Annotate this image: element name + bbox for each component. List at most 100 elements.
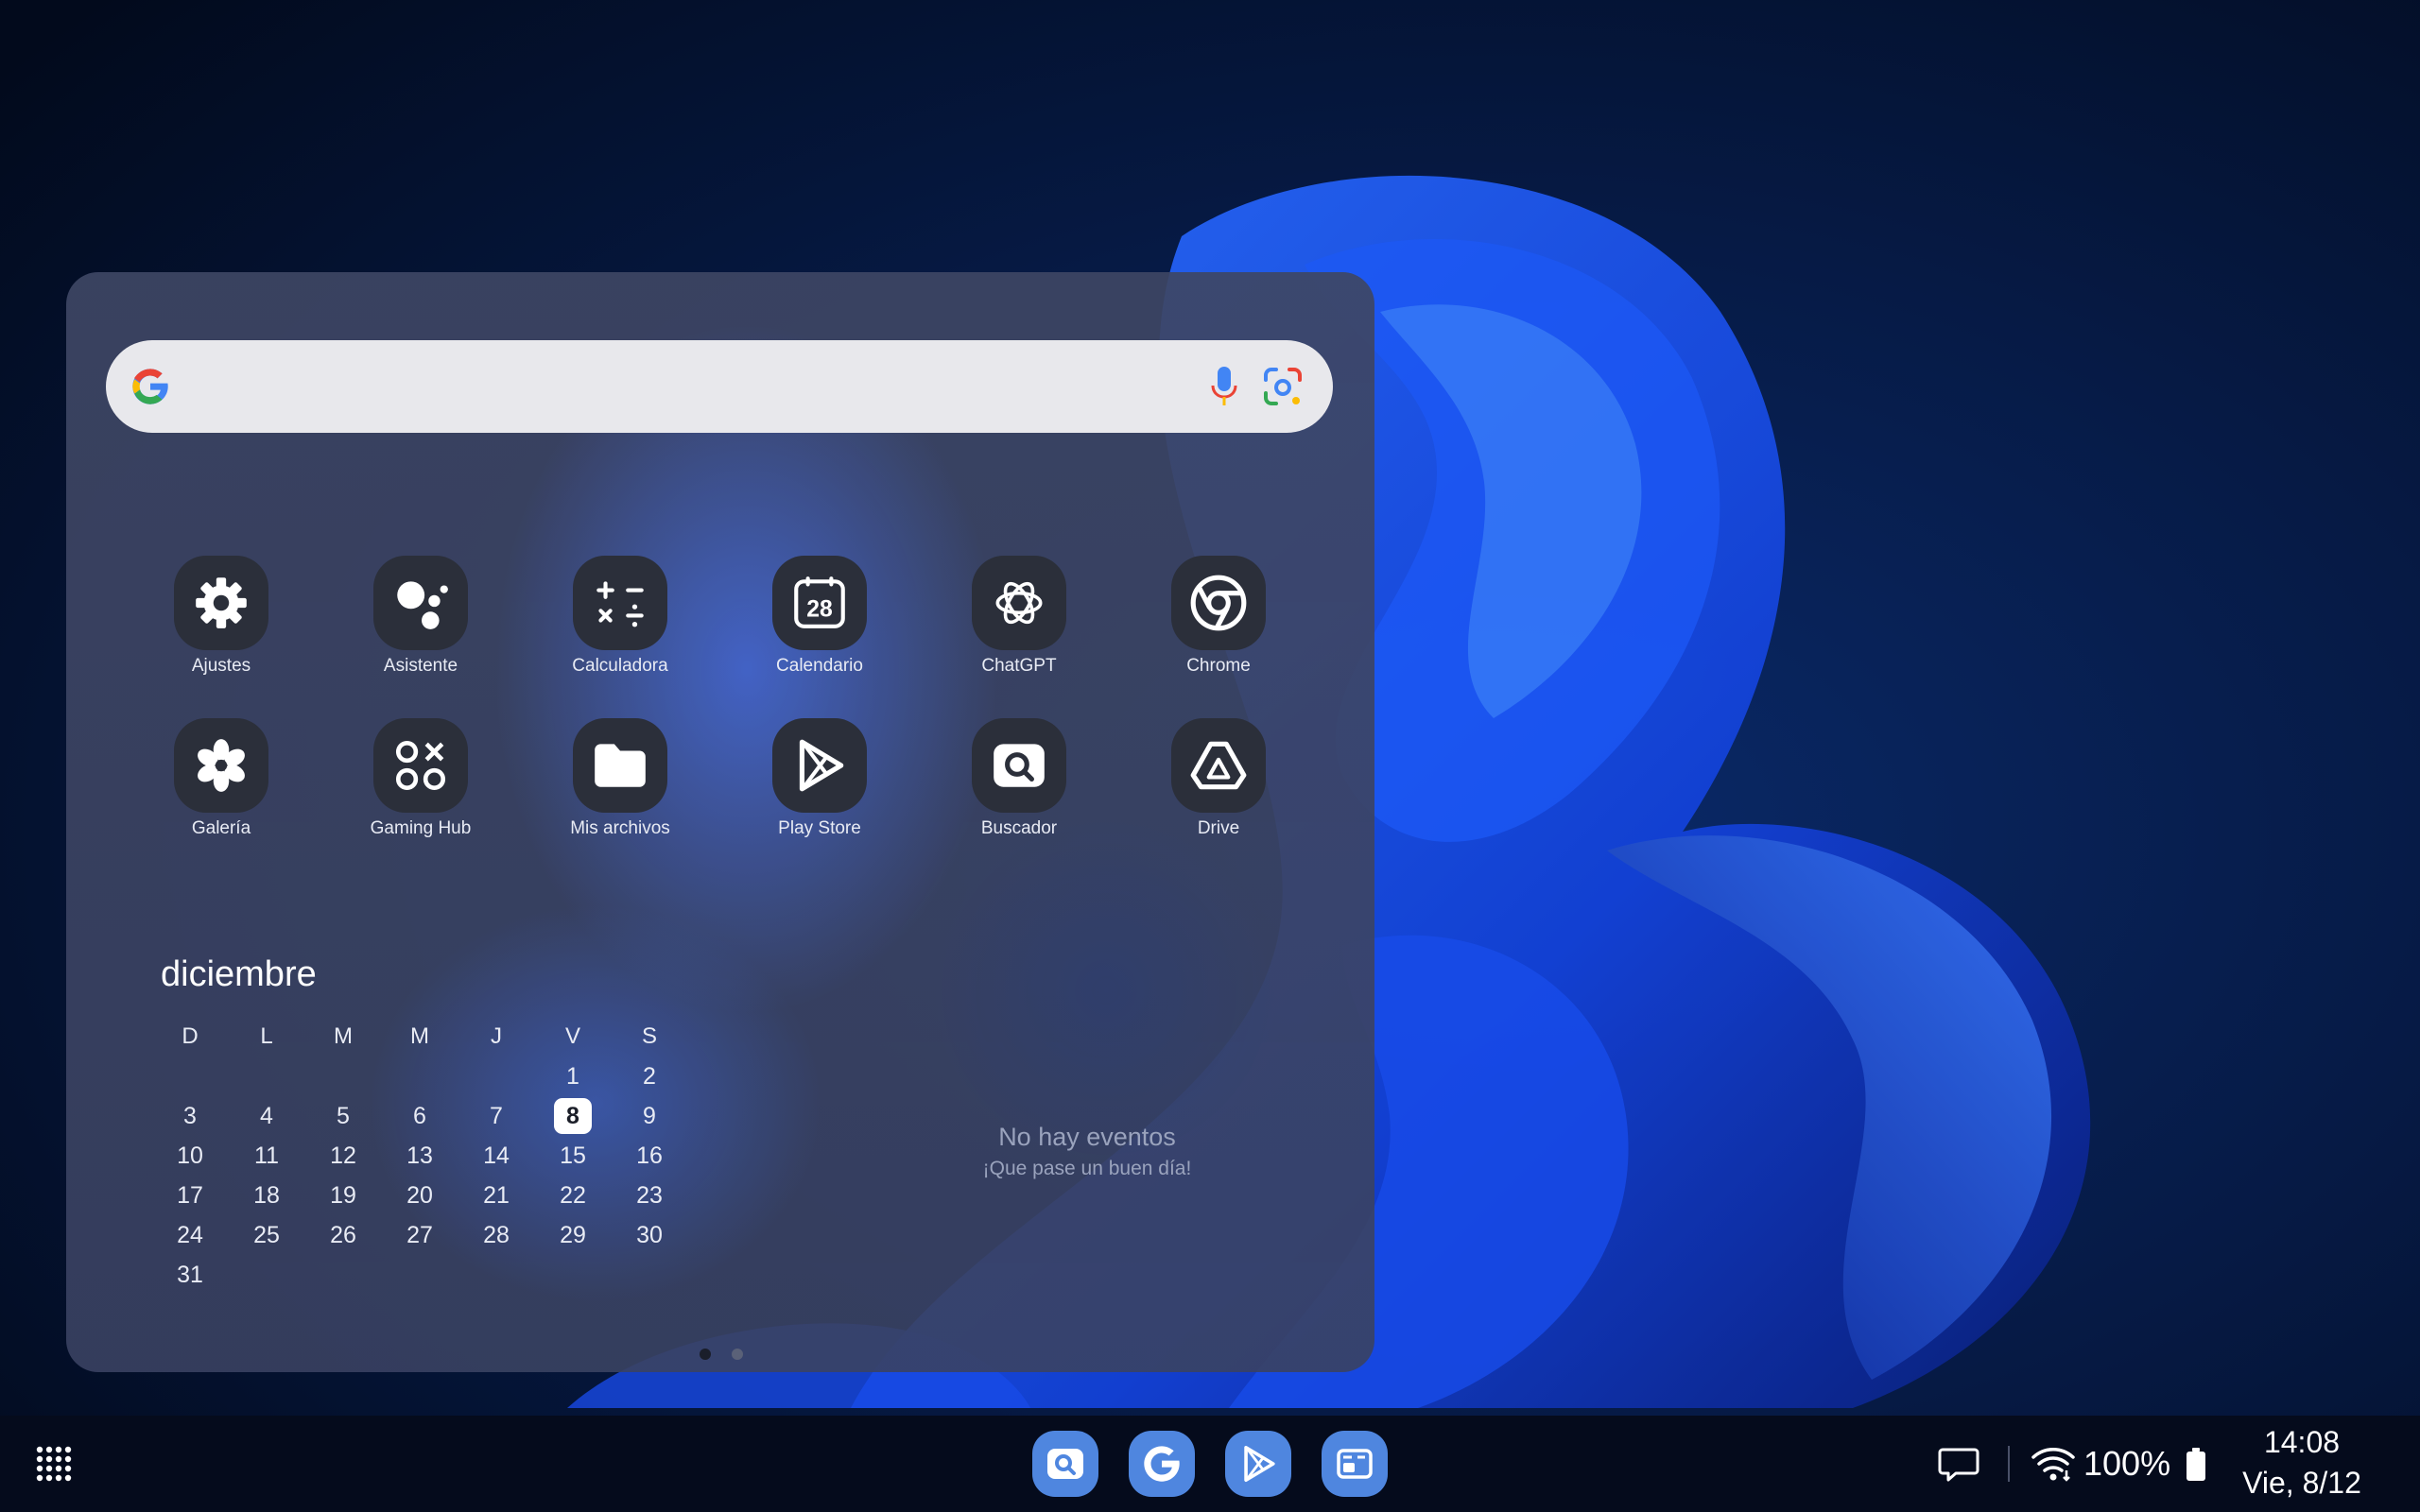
microphone-icon[interactable]	[1210, 365, 1238, 408]
calendar-day[interactable]: 20	[390, 1177, 449, 1213]
calendar-day[interactable]: 28	[467, 1217, 526, 1253]
svg-text:28: 28	[806, 596, 833, 622]
calendar-day[interactable]: 6	[390, 1098, 449, 1134]
app-calendario[interactable]: 28 Calendario	[730, 556, 909, 716]
app-asistente[interactable]: Asistente	[331, 556, 510, 716]
chatgpt-icon	[972, 556, 1066, 650]
wifi-icon[interactable]	[2031, 1442, 2076, 1484]
drive-icon	[1171, 718, 1266, 813]
weekday-header: S	[641, 1023, 657, 1049]
weekday-header: M	[334, 1023, 353, 1049]
app-label: Calendario	[776, 656, 863, 676]
calendar-month-title: diciembre	[161, 954, 317, 994]
tray-divider	[2008, 1446, 2010, 1482]
calendar-day[interactable]: 12	[314, 1138, 372, 1174]
google-search-bar[interactable]	[106, 340, 1333, 433]
calendar-day[interactable]: 22	[544, 1177, 602, 1213]
app-label: Ajustes	[191, 656, 251, 676]
app-label: Chrome	[1186, 656, 1251, 676]
page-dot[interactable]	[700, 1349, 711, 1360]
weekday-header: V	[564, 1023, 580, 1049]
calendar-day[interactable]: 17	[161, 1177, 219, 1213]
no-events-message: No hay eventos ¡Que pase un buen día!	[889, 1123, 1286, 1180]
clock-time: 14:08	[2263, 1425, 2341, 1459]
chat-bubble-icon[interactable]	[1938, 1444, 1979, 1484]
calendar-day[interactable]: 31	[161, 1257, 219, 1293]
app-mis-archivos[interactable]: Mis archivos	[530, 718, 710, 879]
dock-play-store[interactable]	[1225, 1431, 1291, 1497]
calendar-day[interactable]: 21	[467, 1177, 526, 1213]
dock-search-app[interactable]	[1032, 1431, 1098, 1497]
calendar-day[interactable]: 14	[467, 1138, 526, 1174]
multi-window-icon	[1337, 1449, 1373, 1479]
calendar-day[interactable]: 15	[544, 1138, 602, 1174]
app-galeria[interactable]: Galería	[131, 718, 311, 879]
calendar-day[interactable]: 3	[161, 1098, 219, 1134]
calendar-day[interactable]: 16	[620, 1138, 679, 1174]
calendar-day-today[interactable]: 8	[554, 1098, 592, 1134]
dock-google[interactable]	[1129, 1431, 1195, 1497]
calendar-day[interactable]: 30	[620, 1217, 679, 1253]
gaming-hub-icon	[373, 718, 468, 813]
app-drive[interactable]: Drive	[1129, 718, 1308, 879]
gear-icon	[174, 556, 268, 650]
app-play-store[interactable]: Play Store	[730, 718, 909, 879]
weekday-header: L	[260, 1023, 273, 1049]
calendar-day[interactable]: 10	[161, 1138, 219, 1174]
calendar-day[interactable]: 11	[237, 1138, 296, 1174]
google-g-icon	[132, 369, 168, 404]
app-chatgpt[interactable]: ChatGPT	[929, 556, 1109, 716]
calendar-icon: 28	[772, 556, 867, 650]
battery-icon	[2187, 1448, 2205, 1481]
calendar-day[interactable]: 7	[467, 1098, 526, 1134]
app-label: Calculadora	[572, 656, 668, 676]
launcher-panel: Ajustes Asistente Calculadora 28 Calenda…	[66, 272, 1374, 1372]
calendar-day[interactable]: 27	[390, 1217, 449, 1253]
folder-icon	[573, 718, 667, 813]
play-store-icon	[1244, 1445, 1275, 1483]
calendar-day[interactable]: 9	[620, 1098, 679, 1134]
no-events-subtitle: ¡Que pase un buen día!	[982, 1158, 1192, 1179]
app-grid-icon[interactable]	[34, 1444, 76, 1486]
weekday-header: D	[182, 1023, 199, 1049]
google-g-icon	[1144, 1446, 1180, 1482]
assistant-icon	[373, 556, 468, 650]
flower-icon	[174, 718, 268, 813]
app-label: Galería	[191, 818, 251, 838]
app-calculadora[interactable]: Calculadora	[530, 556, 710, 716]
calculator-icon	[573, 556, 667, 650]
calendar-day[interactable]: 5	[314, 1098, 372, 1134]
calendar-day[interactable]: 23	[620, 1177, 679, 1213]
app-label: Buscador	[980, 818, 1058, 838]
weekday-header: J	[491, 1023, 502, 1049]
page-dot[interactable]	[732, 1349, 743, 1360]
calendar-day[interactable]: 19	[314, 1177, 372, 1213]
taskbar: 100% 14:08 Vie, 8/12	[0, 1416, 2420, 1512]
app-label: ChatGPT	[981, 656, 1057, 676]
app-label: Play Store	[778, 818, 861, 838]
calendar-day[interactable]: 4	[237, 1098, 296, 1134]
battery-percentage: 100%	[2083, 1444, 2171, 1483]
calendar-day[interactable]: 26	[314, 1217, 372, 1253]
app-label: Gaming Hub	[370, 818, 472, 838]
app-buscador[interactable]: Buscador	[929, 718, 1109, 879]
calendar-day[interactable]: 18	[237, 1177, 296, 1213]
calendar-day[interactable]: 24	[161, 1217, 219, 1253]
dock-multi-window[interactable]	[1322, 1431, 1388, 1497]
calendar-day[interactable]: 25	[237, 1217, 296, 1253]
play-store-icon	[772, 718, 867, 813]
app-chrome[interactable]: Chrome	[1129, 556, 1308, 716]
app-gaming-hub[interactable]: Gaming Hub	[331, 718, 510, 879]
google-lens-icon[interactable]	[1261, 365, 1305, 408]
calendar-day[interactable]: 2	[620, 1058, 679, 1094]
app-ajustes[interactable]: Ajustes	[131, 556, 311, 716]
calendar-day[interactable]: 29	[544, 1217, 602, 1253]
calendar-day[interactable]: 13	[390, 1138, 449, 1174]
calendar-day[interactable]: 1	[544, 1058, 602, 1094]
search-app-icon	[1047, 1449, 1083, 1479]
clock[interactable]: 14:08 Vie, 8/12	[2231, 1425, 2373, 1501]
clock-date: Vie, 8/12	[2242, 1466, 2361, 1500]
search-app-icon	[972, 718, 1066, 813]
no-events-title: No hay eventos	[998, 1123, 1176, 1151]
chrome-icon	[1171, 556, 1266, 650]
